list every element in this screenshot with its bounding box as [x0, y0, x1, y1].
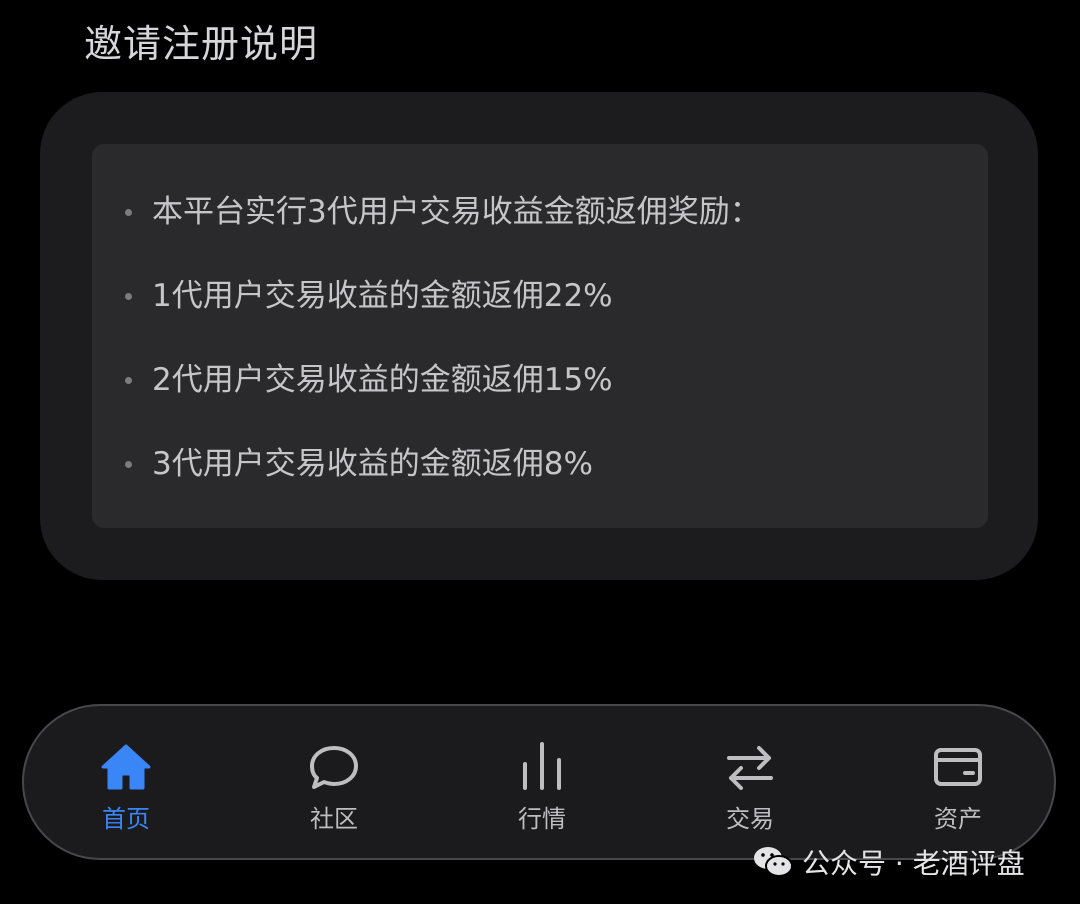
bullet-dot-icon: [125, 209, 132, 216]
invite-rules-panel: 本平台实行3代用户交易收益金额返佣奖励： 1代用户交易收益的金额返佣22% 2代…: [92, 144, 988, 528]
bottom-tab-bar: 首页 社区 行情 交易 资产: [22, 704, 1056, 860]
rule-item-intro: 本平台实行3代用户交易收益金额返佣奖励：: [122, 186, 761, 270]
rule-text: 2代用户交易收益的金额返佣15%: [152, 362, 613, 398]
wechat-icon: [754, 847, 793, 877]
rule-text: 3代用户交易收益的金额返佣8%: [152, 446, 593, 482]
tab-market[interactable]: 行情: [472, 740, 612, 840]
chat-bubble-icon: [310, 746, 358, 789]
rule-text: 本平台实行3代用户交易收益金额返佣奖励：: [152, 194, 761, 230]
tab-home[interactable]: 首页: [56, 740, 196, 840]
tab-label: 行情: [518, 805, 566, 833]
tab-label: 社区: [310, 805, 358, 833]
invite-info-card: 本平台实行3代用户交易收益金额返佣奖励： 1代用户交易收益的金额返佣22% 2代…: [40, 92, 1038, 580]
rule-item-level-2: 2代用户交易收益的金额返佣15%: [122, 354, 761, 438]
swap-arrows-icon: [727, 746, 773, 790]
wallet-card-icon: [934, 748, 982, 786]
rules-list: 本平台实行3代用户交易收益金额返佣奖励： 1代用户交易收益的金额返佣22% 2代…: [122, 186, 761, 522]
home-icon: [101, 744, 151, 790]
tab-label: 首页: [102, 805, 150, 833]
rule-text: 1代用户交易收益的金额返佣22%: [152, 278, 613, 314]
tab-assets[interactable]: 资产: [888, 740, 1028, 840]
page-title: 邀请注册说明: [84, 22, 319, 66]
tab-label: 资产: [934, 805, 982, 833]
bar-chart-icon: [523, 742, 561, 790]
bullet-dot-icon: [125, 377, 132, 384]
bullet-dot-icon: [125, 461, 132, 468]
tab-label: 交易: [726, 805, 774, 833]
tab-trade[interactable]: 交易: [680, 740, 820, 840]
bullet-dot-icon: [125, 293, 132, 300]
rule-item-level-3: 3代用户交易收益的金额返佣8%: [122, 438, 761, 522]
rule-item-level-1: 1代用户交易收益的金额返佣22%: [122, 270, 761, 354]
wechat-watermark: 公众号 · 老酒评盘: [752, 840, 1025, 884]
tab-community[interactable]: 社区: [264, 740, 404, 840]
watermark-text: 公众号 · 老酒评盘: [802, 847, 1025, 880]
